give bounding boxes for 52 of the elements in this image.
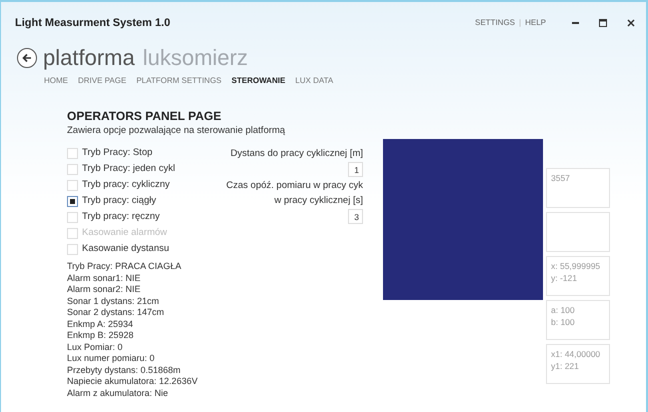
checkbox-label: Tryb pracy: ciągły <box>82 194 156 208</box>
back-button[interactable] <box>17 48 37 68</box>
nav-tab[interactable]: PLATFORM SETTINGS <box>136 75 222 87</box>
minimize-icon <box>572 22 578 24</box>
status-line: Alarm sonar1: NIE <box>67 272 142 284</box>
status-line: Przebyty dystans: 0.51868m <box>67 364 182 376</box>
maximize-icon <box>599 19 607 27</box>
checkbox-label: Tryb Pracy: Stop <box>82 146 152 160</box>
status-line: Tryb Pracy: PRACA CIAGŁA <box>67 261 182 272</box>
status-line: Enkmp B: 25928 <box>67 330 135 342</box>
readout-text: b: 100 <box>551 316 576 328</box>
checkbox-label: Kasowanie alarmów <box>82 226 168 240</box>
app-title: platforma <box>43 46 135 70</box>
checkbox-label: Tryb pracy: cykliczny <box>82 178 170 192</box>
nav-tab[interactable]: STEROWANIE <box>232 75 286 87</box>
page-description: Zawiera opcje pozwalające na sterowanie platformą <box>67 124 286 137</box>
header-link[interactable]: SETTINGS <box>475 17 516 29</box>
status-line: Sonar 2 dystans: 147cm <box>67 307 166 318</box>
readout-text: x1: 44,00000 <box>551 348 602 360</box>
status-line: Lux numer pomiaru: 0 <box>67 353 156 364</box>
readout-text: x: 55,999995 <box>551 260 602 272</box>
number-field[interactable]: 3 <box>348 209 363 224</box>
parameter-label: w pracy cyklicznej [s] <box>274 194 363 208</box>
status-line: Sonar 1 dystans: 21cm <box>67 296 160 307</box>
number-field[interactable]: 1 <box>348 162 363 177</box>
status-line: Enkmp A: 25934 <box>67 318 134 330</box>
checkbox[interactable] <box>67 196 78 206</box>
nav-tab[interactable]: LUX DATA <box>295 75 334 87</box>
readout-text: y: -121 <box>551 272 578 284</box>
readout-box <box>546 212 610 252</box>
app-subtitle: luksomierz <box>142 46 248 70</box>
close-icon <box>627 19 635 27</box>
nav-tab[interactable]: DRIVE PAGE <box>78 75 126 87</box>
status-line: Alarm z akumulatora: Nie <box>67 388 170 399</box>
header-link[interactable]: HELP <box>525 17 546 29</box>
checkbox-label: Tryb pracy: ręczny <box>82 210 160 224</box>
window-title: Light Measurment System 1.0 <box>15 16 170 31</box>
parameter-label: Dystans do pracy cyklicznej [m] <box>230 147 363 161</box>
checkbox-label: Kasowanie dystansu <box>82 242 170 256</box>
nav-tab[interactable]: HOME <box>44 75 68 87</box>
page-title: OPERATORS PANEL PAGE <box>67 109 222 124</box>
maximize-button[interactable] <box>596 16 610 30</box>
checkbox-label: Tryb Pracy: jeden cykl <box>82 162 176 176</box>
status-line: Napiecie akumulatora: 12.2636V <box>67 376 199 388</box>
back-arrow-icon <box>22 53 32 63</box>
readout-text: 3557 <box>551 172 571 184</box>
readout-text: a: 100 <box>551 304 576 316</box>
status-line: Lux Pomiar: 0 <box>67 342 124 353</box>
readout-text: y1: 221 <box>551 360 580 372</box>
link-separator: | <box>519 17 522 29</box>
status-line: Alarm sonar2: NIE <box>67 284 142 296</box>
parameter-label: Czas opóź. pomiaru w pracy cyk <box>226 179 363 193</box>
